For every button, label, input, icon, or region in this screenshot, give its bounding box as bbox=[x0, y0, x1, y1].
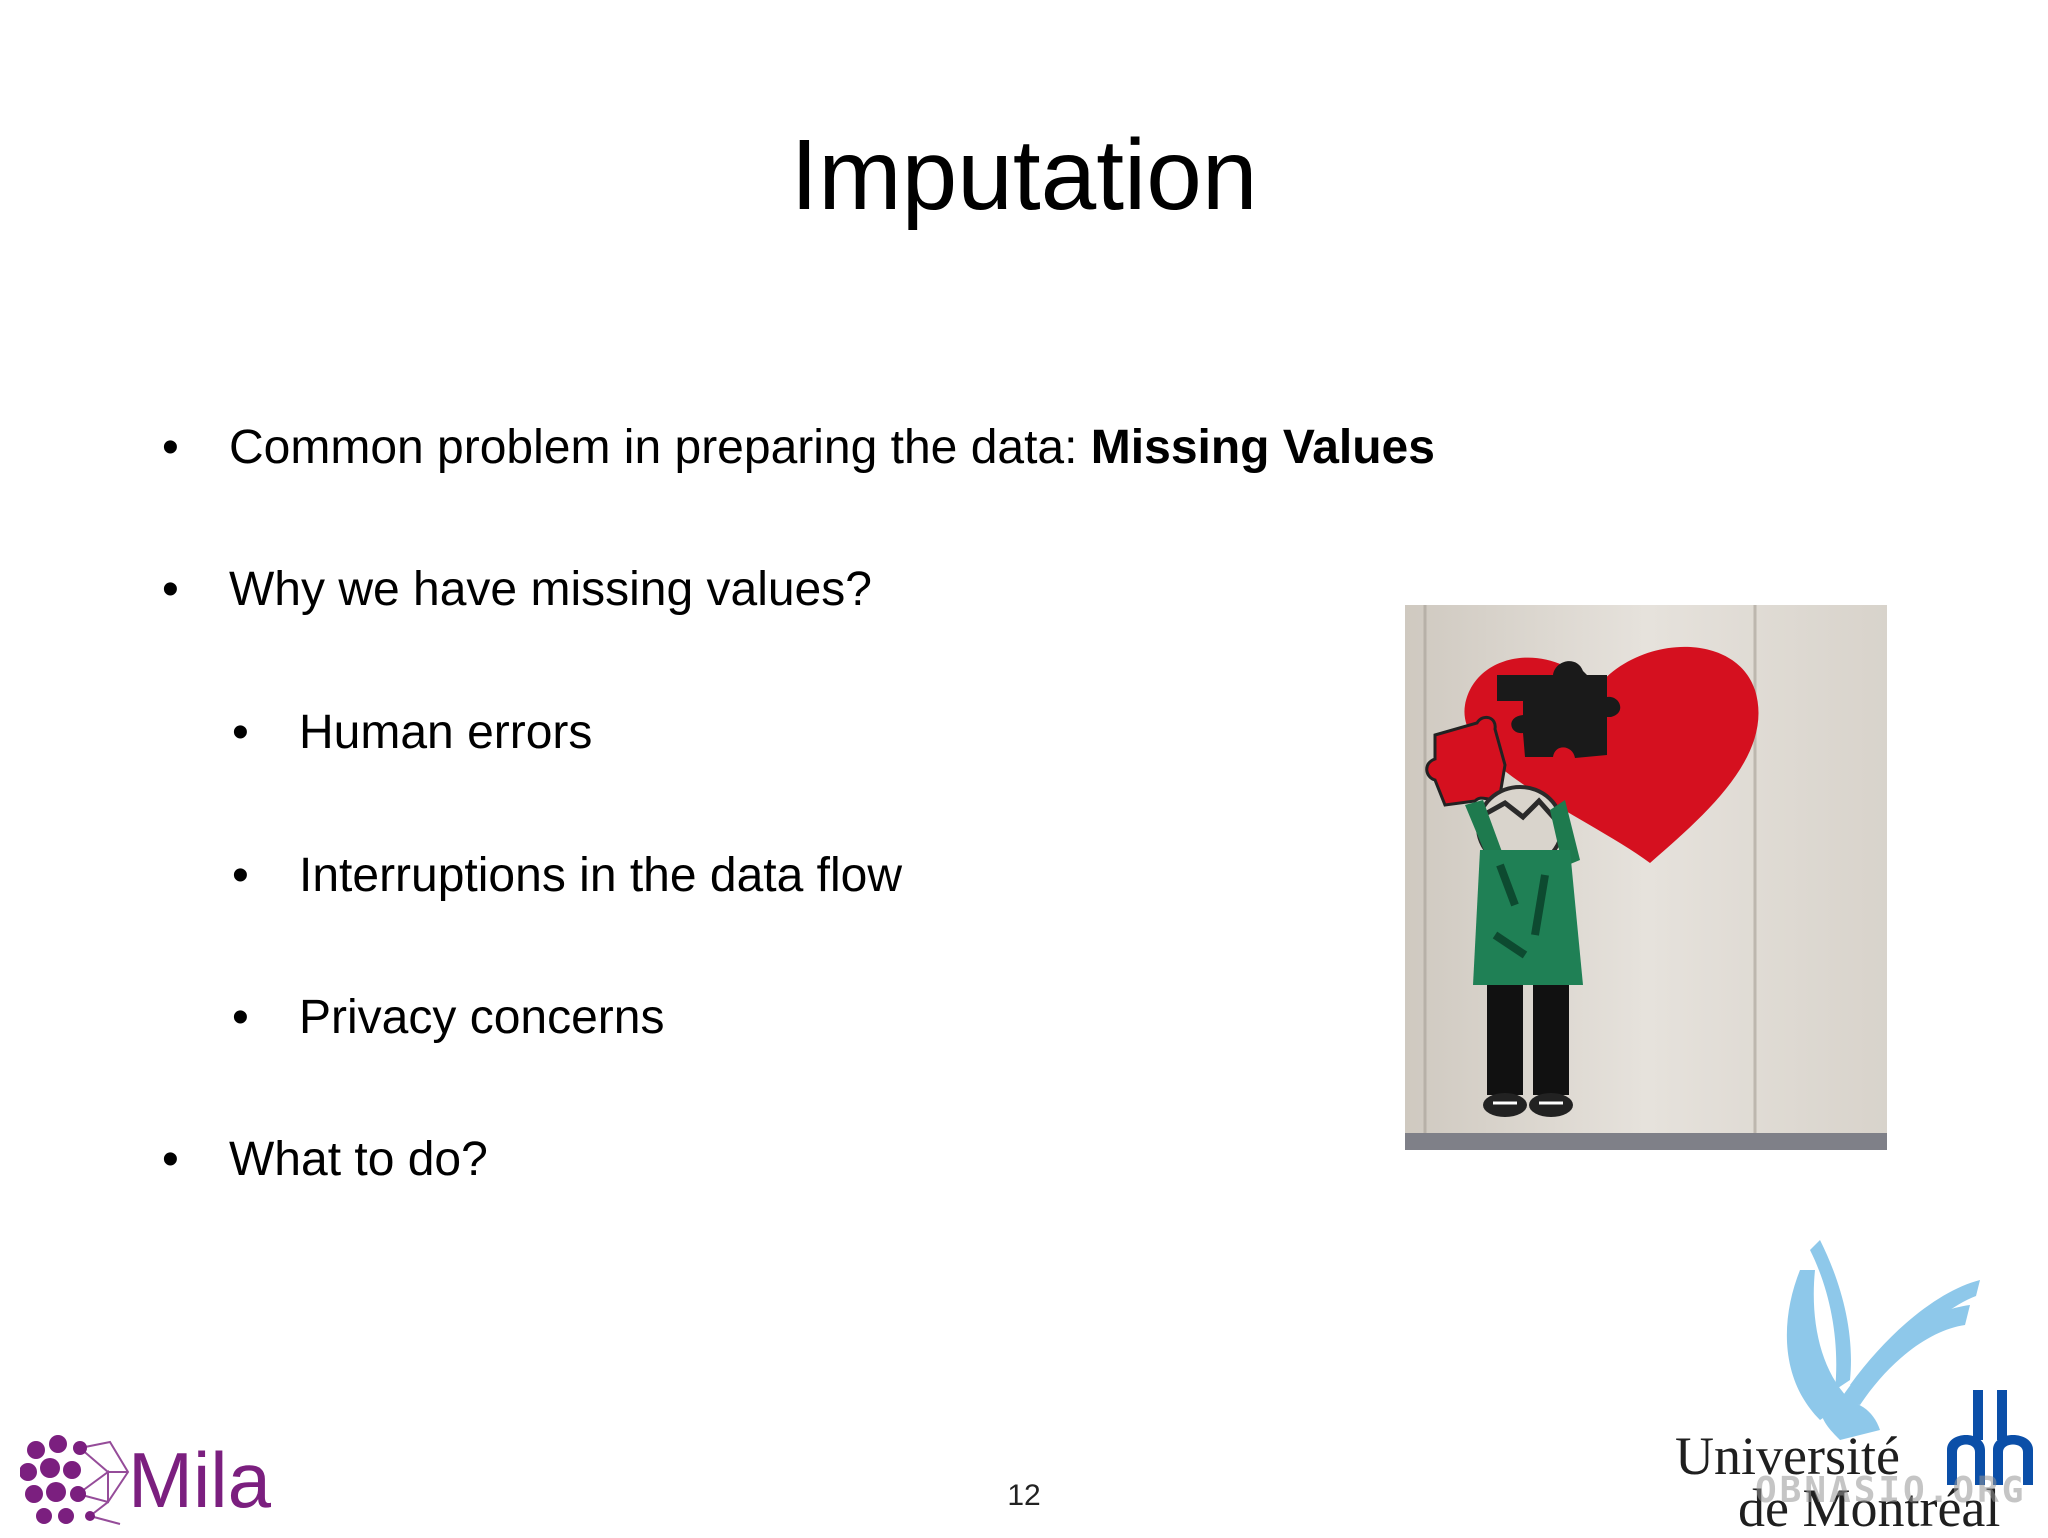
puzzle-heart-illustration bbox=[1405, 605, 1887, 1150]
bullet-dot: • bbox=[232, 991, 249, 1044]
bullet-text: Common problem in preparing the data: Mi… bbox=[229, 421, 1435, 474]
bullet-text: Human errors bbox=[299, 706, 593, 759]
bullet-text: Interruptions in the data flow bbox=[299, 849, 903, 902]
slide-title: Imputation bbox=[790, 119, 1258, 231]
bold-term: Missing Values bbox=[1090, 421, 1435, 474]
bullet-dot: • bbox=[232, 849, 249, 902]
bullet-text: Privacy concerns bbox=[299, 991, 665, 1044]
watermark: OBNASIO.ORG bbox=[1755, 1470, 2027, 1511]
bullet-text: What to do? bbox=[229, 1133, 488, 1186]
bullet-dot: • bbox=[232, 706, 249, 759]
mila-wordmark: Mila bbox=[128, 1436, 272, 1524]
bullet-dot: • bbox=[162, 421, 179, 474]
bullet-dot: • bbox=[162, 1133, 179, 1186]
bullet-text: Why we have missing values? bbox=[229, 563, 872, 616]
bullet-dot: • bbox=[162, 563, 179, 616]
puzzle-heart-image bbox=[1405, 605, 1887, 1150]
